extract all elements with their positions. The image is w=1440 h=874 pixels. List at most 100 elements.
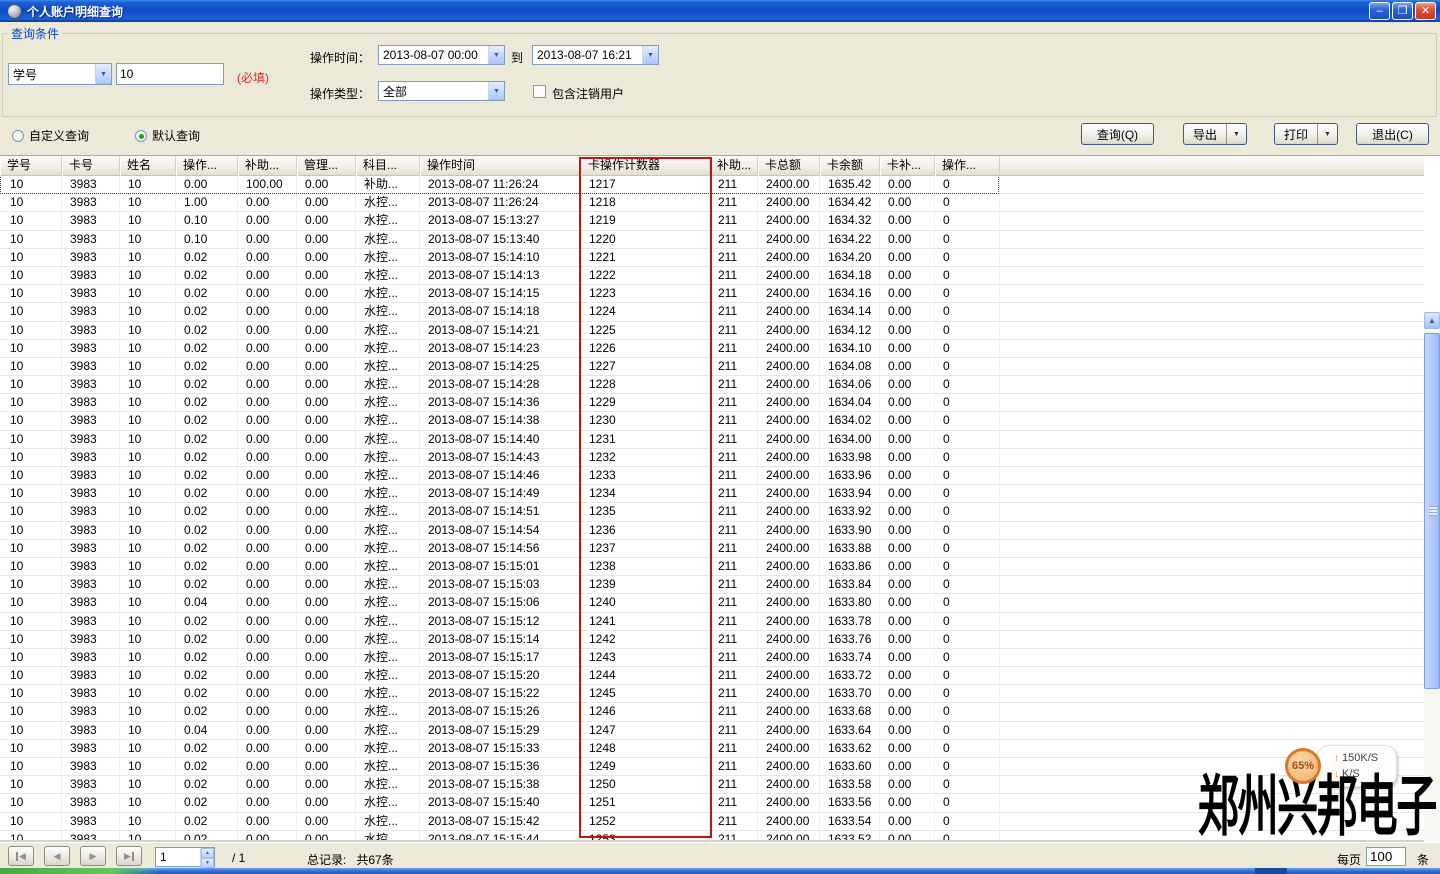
column-header-9[interactable]: 补助... xyxy=(710,156,758,176)
table-row[interactable]: 103983100.020.000.00水控...2013-08-07 15:1… xyxy=(0,831,1424,842)
table-cell: 0.02 xyxy=(176,558,238,575)
chevron-down-icon[interactable]: ▼ xyxy=(1317,124,1337,144)
column-header-7[interactable]: 操作时间 xyxy=(420,156,581,176)
table-cell: 2400.00 xyxy=(758,813,820,830)
table-cell: 1222 xyxy=(581,267,710,284)
column-header-13[interactable]: 操作... xyxy=(935,156,1000,176)
spin-down-icon[interactable]: ▼ xyxy=(201,858,214,868)
per-page-input[interactable] xyxy=(1366,847,1406,866)
table-row[interactable]: 103983100.020.000.00水控...2013-08-07 15:1… xyxy=(0,649,1424,667)
table-row[interactable]: 103983100.020.000.00水控...2013-08-07 15:1… xyxy=(0,522,1424,540)
table-row[interactable]: 103983100.020.000.00水控...2013-08-07 15:1… xyxy=(0,340,1424,358)
table-row[interactable]: 103983100.100.000.00水控...2013-08-07 15:1… xyxy=(0,231,1424,249)
column-header-1[interactable]: 卡号 xyxy=(62,156,120,176)
table-row[interactable]: 103983100.020.000.00水控...2013-08-07 15:1… xyxy=(0,249,1424,267)
table-cell: 2400.00 xyxy=(758,212,820,229)
column-header-10[interactable]: 卡总额 xyxy=(758,156,820,176)
table-row[interactable]: 103983100.040.000.00水控...2013-08-07 15:1… xyxy=(0,722,1424,740)
restore-icon[interactable]: ❐ xyxy=(1392,2,1413,20)
table-row[interactable]: 103983100.020.000.00水控...2013-08-07 15:1… xyxy=(0,449,1424,467)
column-header-5[interactable]: 管理... xyxy=(297,156,356,176)
radio-custom-query[interactable]: 自定义查询 xyxy=(12,127,89,144)
time-from-picker[interactable]: 2013-08-07 00:00 ▼ xyxy=(378,45,505,65)
radio-default-query[interactable]: 默认查询 xyxy=(135,127,200,144)
table-row[interactable]: 103983100.020.000.00水控...2013-08-07 15:1… xyxy=(0,431,1424,449)
table-row[interactable]: 103983100.020.000.00水控...2013-08-07 15:1… xyxy=(0,576,1424,594)
table-cell: 10 xyxy=(120,431,176,448)
field-value-input[interactable] xyxy=(116,63,224,85)
table-row[interactable]: 103983100.020.000.00水控...2013-08-07 15:1… xyxy=(0,613,1424,631)
table-row[interactable]: 103983101.000.000.00水控...2013-08-07 11:2… xyxy=(0,194,1424,212)
progress-circle-badge[interactable]: 65% xyxy=(1285,748,1321,784)
table-cell: 水控... xyxy=(356,703,420,720)
table-row[interactable]: 103983100.020.000.00水控...2013-08-07 15:1… xyxy=(0,358,1424,376)
table-row[interactable]: 103983100.020.000.00水控...2013-08-07 15:1… xyxy=(0,285,1424,303)
chevron-down-icon[interactable]: ▼ xyxy=(95,64,111,84)
close-icon[interactable]: ✕ xyxy=(1415,2,1436,20)
table-row[interactable]: 103983100.020.000.00水控...2013-08-07 15:1… xyxy=(0,631,1424,649)
next-page-icon: ▶ xyxy=(90,851,97,862)
next-page-button[interactable]: ▶ xyxy=(80,846,106,866)
table-row[interactable]: 103983100.020.000.00水控...2013-08-07 15:1… xyxy=(0,412,1424,430)
vertical-scrollbar[interactable]: ▲ ▼ xyxy=(1424,312,1440,842)
column-header-12[interactable]: 卡补... xyxy=(880,156,935,176)
include-cancelled-checkbox[interactable] xyxy=(533,85,546,98)
table-row[interactable]: 103983100.020.000.00水控...2013-08-07 15:1… xyxy=(0,758,1424,776)
table-cell: 10 xyxy=(120,503,176,520)
table-cell: 2400.00 xyxy=(758,776,820,793)
table-cell: 0.02 xyxy=(176,776,238,793)
page-number-spinner[interactable]: 1 ▲ ▼ xyxy=(155,847,215,867)
table-cell: 2013-08-07 15:14:43 xyxy=(420,449,581,466)
minimize-icon[interactable]: – xyxy=(1369,2,1390,20)
export-button[interactable]: 导出 ▼ xyxy=(1183,123,1247,145)
table-row[interactable]: 103983100.020.000.00水控...2013-08-07 15:1… xyxy=(0,740,1424,758)
type-selector[interactable]: 全部 ▼ xyxy=(378,81,505,101)
table-row[interactable]: 103983100.020.000.00水控...2013-08-07 15:1… xyxy=(0,376,1424,394)
table-row[interactable]: 103983100.020.000.00水控...2013-08-07 15:1… xyxy=(0,667,1424,685)
query-button[interactable]: 查询(Q) xyxy=(1081,123,1154,145)
table-row[interactable]: 103983100.020.000.00水控...2013-08-07 15:1… xyxy=(0,303,1424,321)
table-row[interactable]: 103983100.040.000.00水控...2013-08-07 15:1… xyxy=(0,594,1424,612)
column-header-2[interactable]: 姓名 xyxy=(120,156,176,176)
exit-button[interactable]: 退出(C) xyxy=(1356,123,1429,145)
chevron-down-icon[interactable]: ▼ xyxy=(488,82,504,100)
print-button[interactable]: 打印 ▼ xyxy=(1274,123,1338,145)
table-cell: 1634.00 xyxy=(820,431,880,448)
chevron-down-icon[interactable]: ▼ xyxy=(488,46,504,64)
table-row[interactable]: 103983100.020.000.00水控...2013-08-07 15:1… xyxy=(0,558,1424,576)
table-row[interactable]: 103983100.020.000.00水控...2013-08-07 15:1… xyxy=(0,467,1424,485)
table-cell: 1237 xyxy=(581,540,710,557)
table-row[interactable]: 103983100.020.000.00水控...2013-08-07 15:1… xyxy=(0,703,1424,721)
table-row[interactable]: 103983100.020.000.00水控...2013-08-07 15:1… xyxy=(0,540,1424,558)
table-row[interactable]: 103983100.020.000.00水控...2013-08-07 15:1… xyxy=(0,322,1424,340)
table-cell: 0 xyxy=(935,231,1000,248)
table-row[interactable]: 103983100.020.000.00水控...2013-08-07 15:1… xyxy=(0,485,1424,503)
column-header-3[interactable]: 操作... xyxy=(176,156,238,176)
time-to-picker[interactable]: 2013-08-07 16:21 ▼ xyxy=(532,45,659,65)
chevron-down-icon[interactable]: ▼ xyxy=(1226,124,1246,144)
table-row[interactable]: 103983100.020.000.00水控...2013-08-07 15:1… xyxy=(0,813,1424,831)
column-header-11[interactable]: 卡余额 xyxy=(820,156,880,176)
chevron-down-icon[interactable]: ▼ xyxy=(642,46,658,64)
table-row[interactable]: 103983100.00100.000.00补助...2013-08-07 11… xyxy=(0,176,1424,194)
column-header-6[interactable]: 科目... xyxy=(356,156,420,176)
table-row[interactable]: 103983100.020.000.00水控...2013-08-07 15:1… xyxy=(0,685,1424,703)
column-header-8[interactable]: 卡操作计数器 xyxy=(581,156,710,176)
table-row[interactable]: 103983100.020.000.00水控...2013-08-07 15:1… xyxy=(0,794,1424,812)
field-selector[interactable]: 学号 ▼ xyxy=(8,63,112,85)
table-row[interactable]: 103983100.020.000.00水控...2013-08-07 15:1… xyxy=(0,267,1424,285)
last-page-button[interactable]: ▶ xyxy=(116,846,142,866)
table-row[interactable]: 103983100.020.000.00水控...2013-08-07 15:1… xyxy=(0,776,1424,794)
table-row[interactable]: 103983100.020.000.00水控...2013-08-07 15:1… xyxy=(0,394,1424,412)
table-row[interactable]: 103983100.020.000.00水控...2013-08-07 15:1… xyxy=(0,503,1424,521)
table-cell: 0.00 xyxy=(297,249,356,266)
column-header-4[interactable]: 补助... xyxy=(238,156,297,176)
spin-up-icon[interactable]: ▲ xyxy=(201,848,214,858)
scroll-up-icon[interactable]: ▲ xyxy=(1424,312,1440,329)
table-cell: 0 xyxy=(935,503,1000,520)
prev-page-button[interactable]: ◀ xyxy=(44,846,70,866)
table-row[interactable]: 103983100.100.000.00水控...2013-08-07 15:1… xyxy=(0,212,1424,230)
scrollbar-thumb[interactable] xyxy=(1424,333,1440,689)
first-page-button[interactable]: ◀ xyxy=(8,846,34,866)
column-header-0[interactable]: 学号 xyxy=(0,156,62,176)
